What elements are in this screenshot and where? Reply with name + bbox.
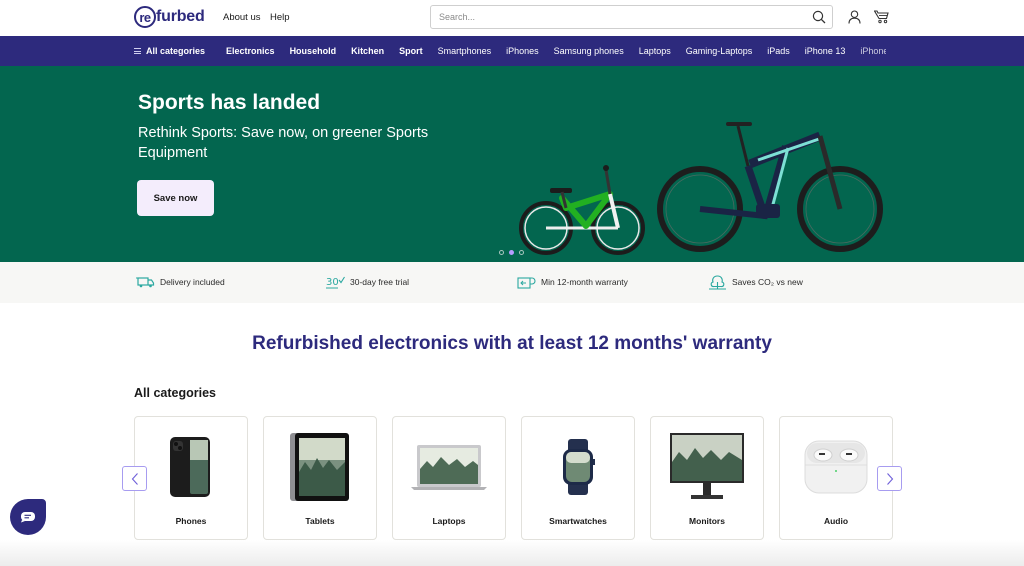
category-card-audio[interactable]: Audio [779,416,893,540]
category-label: Laptops [432,516,466,526]
usp-warranty: Min 12-month warranty [516,275,628,289]
tablet-image [264,431,376,503]
search-button[interactable] [806,6,832,28]
chevron-right-icon [886,472,893,485]
monitor-image [651,431,763,503]
nav-smartphones[interactable]: Smartphones [438,46,492,56]
usp-trial: 30 30-day free trial [325,275,409,289]
hero-bikes-image [519,122,883,255]
hamburger-icon [134,48,141,54]
chevron-left-icon [131,472,138,485]
category-nav: All categories Electronics Household Kit… [0,36,1024,66]
logo-circle: re [134,6,156,28]
usp-delivery: Delivery included [135,275,225,289]
carousel-dots [499,250,524,255]
logo-text: furbed [156,8,205,25]
help-link[interactable]: Help [270,12,290,23]
category-label: Tablets [305,516,335,526]
nav-kitchen[interactable]: Kitchen [351,46,384,56]
category-carousel: Phones Tablets Laptops Smartwatches Moni… [134,416,893,540]
carousel-dot-2[interactable] [509,250,514,255]
nav-iphone-13[interactable]: iPhone 13 [805,46,846,56]
refurbed-logo[interactable]: re furbed [134,6,205,28]
hero-banner: Sports has landed Rethink Sports: Save n… [0,66,1024,262]
usp-co2-label: Saves CO₂ vs new [732,277,803,287]
usp-strip: Delivery included 30 30-day free trial M… [0,262,1024,303]
all-categories-label: All categories [146,46,206,56]
category-card-smartwatches[interactable]: Smartwatches [521,416,635,540]
usp-co2: Saves CO₂ vs new [707,274,803,290]
category-card-monitors[interactable]: Monitors [650,416,764,540]
carousel-dot-1[interactable] [499,250,504,255]
account-button[interactable] [846,9,862,25]
smartwatch-image [522,431,634,503]
nav-household[interactable]: Household [290,46,337,56]
hero-title: Sports has landed [138,91,321,114]
category-label: Audio [823,516,849,526]
usp-warranty-label: Min 12-month warranty [541,277,628,287]
nav-electronics[interactable]: Electronics [226,46,275,56]
nav-samsung-phones[interactable]: Samsung phones [554,46,624,56]
chat-icon [21,512,35,523]
category-card-phones[interactable]: Phones [134,416,248,540]
about-us-link[interactable]: About us [223,12,261,23]
nav-iphone-more[interactable]: iPhone [860,46,886,56]
tree-co2-icon [707,274,727,290]
delivery-truck-icon [135,275,155,289]
category-card-tablets[interactable]: Tablets [263,416,377,540]
carousel-prev-button[interactable] [122,466,147,491]
search-icon [812,10,826,24]
page-bottom-shadow [0,540,1024,566]
nav-ipads[interactable]: iPads [767,46,790,56]
carousel-dot-3[interactable] [519,250,524,255]
laptop-image [393,431,505,503]
30-day-check-icon: 30 [325,275,345,289]
all-categories-menu[interactable]: All categories [134,46,205,56]
chat-support-button[interactable] [10,499,46,535]
category-label: Smartwatches [549,516,607,526]
account-icon [847,10,861,24]
nav-gaming-laptops[interactable]: Gaming-Laptops [686,46,753,56]
earbuds-image [780,431,892,503]
svg-text:30: 30 [326,277,339,288]
search-bar [430,5,833,29]
category-card-laptops[interactable]: Laptops [392,416,506,540]
phone-image [135,431,247,503]
nav-laptops[interactable]: Laptops [639,46,671,56]
kids-bike-icon [519,165,645,255]
cart-button[interactable] [873,9,889,25]
carousel-next-button[interactable] [877,466,902,491]
category-label: Monitors [689,516,725,526]
main-heading: Refurbished electronics with at least 12… [252,333,772,354]
usp-trial-label: 30-day free trial [350,277,410,287]
cart-icon [873,10,889,24]
category-label: Phones [175,516,207,526]
search-input[interactable] [431,12,806,22]
nav-iphones[interactable]: iPhones [506,46,539,56]
mountain-bike-icon [657,122,883,252]
warranty-icon [516,275,536,289]
all-categories-heading: All categories [134,386,216,400]
hero-subtitle: Rethink Sports: Save now, on greener Spo… [138,125,429,161]
save-now-button[interactable]: Save now [137,180,214,216]
nav-sport[interactable]: Sport [399,46,423,56]
usp-delivery-label: Delivery included [160,277,225,287]
site-header: re furbed About us Help [0,0,1024,36]
